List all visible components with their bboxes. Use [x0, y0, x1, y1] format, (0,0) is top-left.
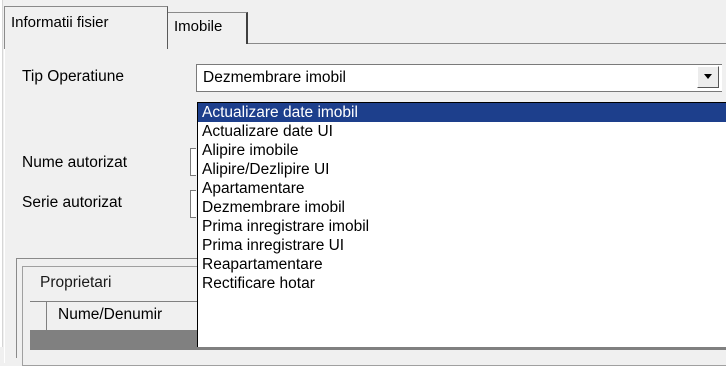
- combo-dropdown-button[interactable]: [697, 66, 719, 88]
- dropdown-option[interactable]: Alipire/Dezlipire UI: [198, 160, 726, 179]
- dropdown-options: Actualizare date imobil Actualizare date …: [198, 103, 726, 293]
- dropdown-option[interactable]: Prima inregistrare imobil: [198, 217, 726, 236]
- dropdown-option[interactable]: Actualizare date UI: [198, 122, 726, 141]
- dropdown-option[interactable]: Alipire imobile: [198, 141, 726, 160]
- dropdown-option[interactable]: Apartamentare: [198, 179, 726, 198]
- dropdown-option[interactable]: Rectificare hotar: [198, 274, 726, 293]
- dropdown-option[interactable]: Actualizare date imobil: [198, 103, 726, 122]
- tip-operatiune-dropdown-list: Actualizare date imobil Actualizare date …: [197, 102, 726, 347]
- tab-imobile-label: Imobile: [174, 18, 223, 35]
- nume-autorizat-field[interactable]: [190, 148, 196, 176]
- dropdown-option[interactable]: Reapartamentare: [198, 255, 726, 274]
- tab-informatii-fisier-label: Informatii fisier: [11, 14, 109, 31]
- dropdown-option[interactable]: Dezmembrare imobil: [198, 198, 726, 217]
- tip-operatiune-combo[interactable]: Dezmembrare imobil: [196, 64, 722, 92]
- nume-autorizat-label: Nume autorizat: [22, 154, 128, 171]
- tip-operatiune-label: Tip Operatiune: [22, 68, 124, 85]
- column-header-nume-denumire[interactable]: Nume/Denumir: [58, 304, 162, 326]
- tip-operatiune-value: Dezmembrare imobil: [203, 69, 346, 86]
- proprietari-group-title: Proprietari: [36, 274, 116, 292]
- serie-autorizat-field[interactable]: [190, 190, 196, 218]
- chevron-down-icon: [704, 74, 712, 79]
- dropdown-option[interactable]: Prima inregistrare UI: [198, 236, 726, 255]
- tab-informatii-fisier[interactable]: Informatii fisier: [4, 6, 168, 49]
- window-edge: [0, 0, 3, 347]
- tab-imobile[interactable]: Imobile: [168, 12, 248, 44]
- serie-autorizat-label: Serie autorizat: [22, 194, 122, 211]
- grid-corner-cell: [30, 302, 47, 330]
